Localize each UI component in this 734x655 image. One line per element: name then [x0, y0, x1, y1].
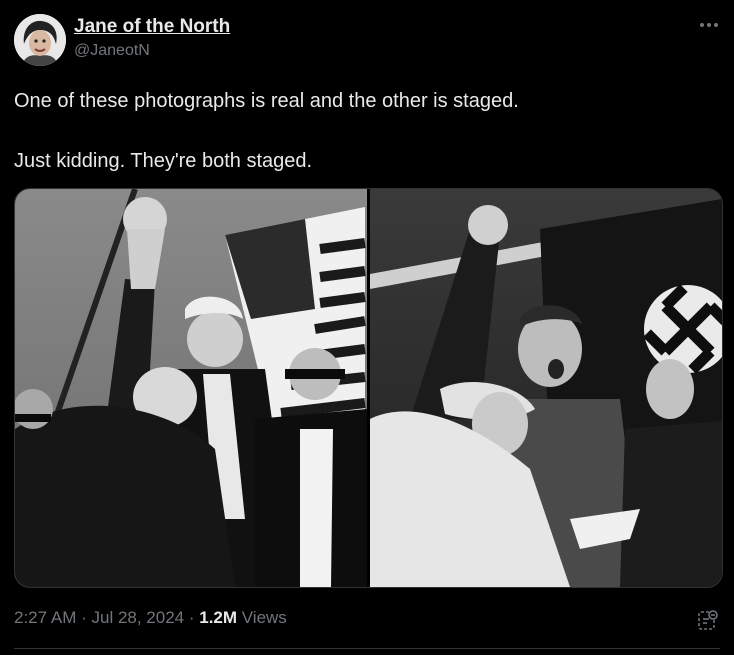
tweet-card: Jane of the North @JaneotN One of these …: [0, 0, 734, 655]
meta-separator: ·: [184, 608, 200, 627]
more-horizontal-icon[interactable]: [698, 14, 720, 36]
analytics-icon[interactable]: [696, 608, 720, 632]
tweet-time[interactable]: 2:27 AM: [14, 608, 76, 627]
tweet-date[interactable]: Jul 28, 2024: [91, 608, 184, 627]
avatar[interactable]: [14, 14, 66, 66]
user-handle[interactable]: @JaneotN: [74, 42, 150, 60]
meta-separator: ·: [76, 608, 92, 627]
tweet-meta: 2:27 AM · Jul 28, 2024 · 1.2M Views: [14, 608, 287, 628]
views-count: 1.2M: [199, 608, 238, 627]
divider-line: [14, 648, 720, 649]
photo-right[interactable]: [370, 189, 722, 587]
media-grid: [14, 188, 723, 588]
tweet-text-line: One of these photographs is real and the…: [14, 90, 519, 112]
photo-left[interactable]: [15, 189, 367, 587]
tweet-text: One of these photographs is real and the…: [14, 88, 714, 174]
views-label: Views: [237, 608, 287, 627]
display-name[interactable]: Jane of the North: [74, 16, 230, 38]
tweet-text-line: Just kidding. They're both staged.: [14, 150, 313, 172]
